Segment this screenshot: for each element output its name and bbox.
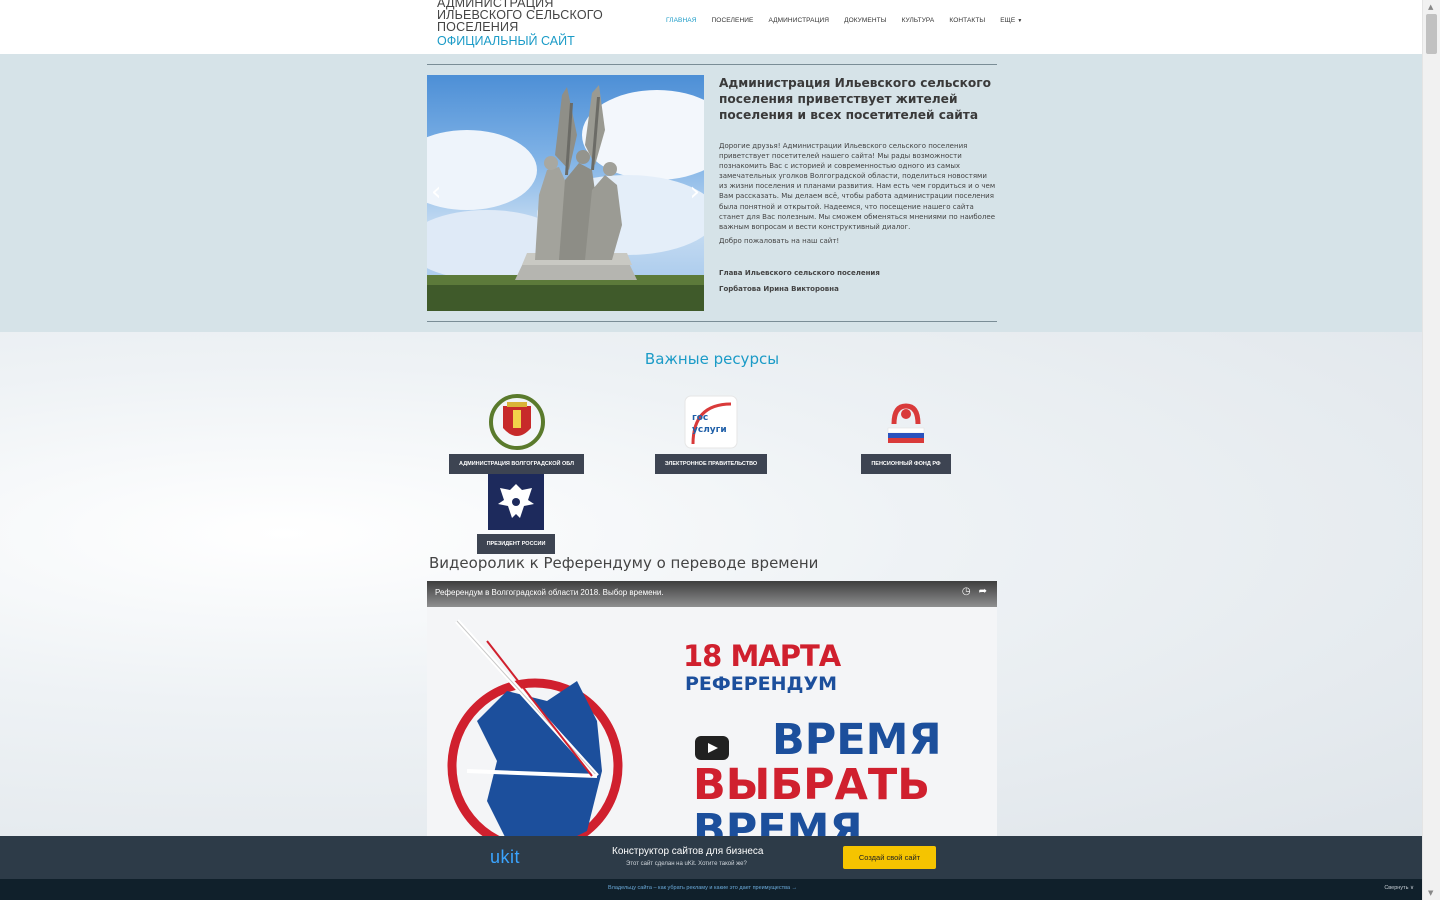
thumbnail-date-text: 18 МАРТА bbox=[683, 639, 841, 673]
resources-title: Важные ресурсы bbox=[644, 350, 780, 368]
share-icon[interactable]: ➦ bbox=[979, 586, 987, 597]
russian-eagle-icon bbox=[488, 474, 544, 530]
resource-button-pension-fund[interactable]: Пенсионный фонд РФ bbox=[861, 454, 951, 474]
signature-role: Глава Ильевского сельского поселения bbox=[719, 268, 880, 277]
nav-item-documents[interactable]: Документы bbox=[844, 17, 887, 24]
nav-item-contacts[interactable]: Контакты bbox=[949, 17, 985, 24]
welcome-body: Дорогие друзья! Администрации Ильевского… bbox=[719, 142, 996, 231]
ukit-footer-bar: Владельцу сайта – как убрать рекламу и к… bbox=[0, 879, 1422, 900]
resource-button-volgograd[interactable]: Администрация Волгоградской обл bbox=[449, 454, 584, 474]
remove-ads-link[interactable]: Владельцу сайта – как убрать рекламу и к… bbox=[608, 885, 797, 891]
watch-later-icon[interactable]: ◷ bbox=[962, 586, 971, 597]
video-top-bar: Референдум в Волгоградской области 2018.… bbox=[427, 581, 997, 607]
nav-item-more[interactable]: Еще ▼ bbox=[1000, 17, 1022, 24]
resource-card-president[interactable]: Президент России bbox=[473, 474, 559, 554]
hero-section: ‹ › Администрация Ильевского сельского п… bbox=[0, 54, 1422, 332]
ukit-subtitle: Этот сайт сделан на uKit. Хотите такой ж… bbox=[626, 861, 747, 867]
resource-card-pension-fund[interactable]: Пенсионный фонд РФ bbox=[857, 394, 955, 474]
gosuslugi-logo-text-2: услуги bbox=[692, 425, 727, 435]
thumbnail-word-2: ВЫБРАТЬ bbox=[693, 760, 931, 810]
resource-button-gosuslugi[interactable]: Электронное правительство bbox=[654, 454, 768, 474]
slider-next-button[interactable]: › bbox=[690, 179, 700, 205]
pension-fund-logo-icon bbox=[887, 403, 925, 443]
divider bbox=[427, 321, 997, 322]
welcome-title: Администрация Ильевского сельского посел… bbox=[719, 76, 992, 122]
ukit-ad-banner: ukit Конструктор сайтов для бизнеса Этот… bbox=[0, 836, 1422, 879]
youtube-video-embed[interactable]: Референдум в Волгоградской области 2018.… bbox=[427, 581, 997, 851]
gosuslugi-logo-icon: гос услуги bbox=[684, 395, 738, 449]
monument-image bbox=[427, 85, 704, 311]
nav-item-settlement[interactable]: Поселение bbox=[712, 17, 754, 24]
divider bbox=[427, 64, 997, 65]
video-heading: Видеоролик к Референдуму о переводе врем… bbox=[429, 554, 819, 572]
logo-line-3: ПОСЕЛЕНИЯ bbox=[437, 20, 519, 34]
logo-subtitle: ОФИЦИАЛЬНЫЙ САЙТ bbox=[437, 34, 575, 48]
nav-more-label: Еще bbox=[1000, 17, 1016, 24]
gosuslugi-logo-text-1: гос bbox=[692, 413, 708, 423]
video-controls: ◷ ➦ bbox=[962, 586, 987, 597]
thumbnail-referendum-text: РЕФЕРЕНДУМ bbox=[685, 673, 838, 695]
ukit-title: Конструктор сайтов для бизнеса bbox=[612, 846, 764, 857]
create-site-button[interactable]: Создай свой сайт bbox=[843, 846, 936, 869]
welcome-greeting: Добро пожаловать на наш сайт! bbox=[719, 236, 840, 245]
scroll-up-arrow-icon[interactable]: ▲ bbox=[1428, 3, 1433, 11]
site-header: АДМИНИСТРАЦИЯ ИЛЬЕВСКОГО СЕЛЬСКОГО ПОСЕЛ… bbox=[0, 0, 1422, 54]
ukit-logo[interactable]: ukit bbox=[490, 847, 520, 868]
volgograd-coat-of-arms-icon bbox=[488, 394, 545, 450]
resource-button-president[interactable]: Президент России bbox=[476, 534, 556, 554]
scroll-down-arrow-icon[interactable]: ▼ bbox=[1428, 889, 1433, 897]
nav-item-administration[interactable]: Администрация bbox=[768, 17, 829, 24]
slider-prev-button[interactable]: ‹ bbox=[431, 179, 441, 205]
collapse-banner-button[interactable]: Свернуть ∨ bbox=[1384, 885, 1414, 891]
video-play-button[interactable] bbox=[695, 736, 729, 760]
nav-item-culture[interactable]: Культура bbox=[902, 17, 935, 24]
content-section: Важные ресурсы Администрация Волгоградск… bbox=[0, 332, 1422, 851]
video-title[interactable]: Референдум в Волгоградской области 2018.… bbox=[435, 588, 664, 597]
site-logo[interactable]: АДМИНИСТРАЦИЯ ИЛЬЕВСКОГО СЕЛЬСКОГО ПОСЕЛ… bbox=[437, 0, 637, 48]
caret-down-icon: ▼ bbox=[1017, 18, 1023, 24]
signature-name: Горбатова Ирина Викторовна bbox=[719, 284, 839, 293]
page-scrollbar[interactable]: ▲ ▼ bbox=[1422, 0, 1440, 900]
ukit-logo-text: ukit bbox=[490, 847, 521, 867]
nav-item-home[interactable]: Главная bbox=[666, 17, 697, 24]
thumbnail-word-1: ВРЕМЯ bbox=[772, 715, 942, 765]
resource-card-volgograd[interactable]: Администрация Волгоградской обл bbox=[445, 394, 588, 474]
scroll-thumb[interactable] bbox=[1426, 14, 1437, 54]
main-nav: Главная Поселение Администрация Документ… bbox=[666, 17, 1022, 24]
resource-card-gosuslugi[interactable]: гос услуги Электронное правительство bbox=[651, 394, 771, 474]
welcome-text-block: Администрация Ильевского сельского посел… bbox=[719, 75, 997, 293]
image-slider[interactable]: ‹ › bbox=[427, 75, 704, 311]
